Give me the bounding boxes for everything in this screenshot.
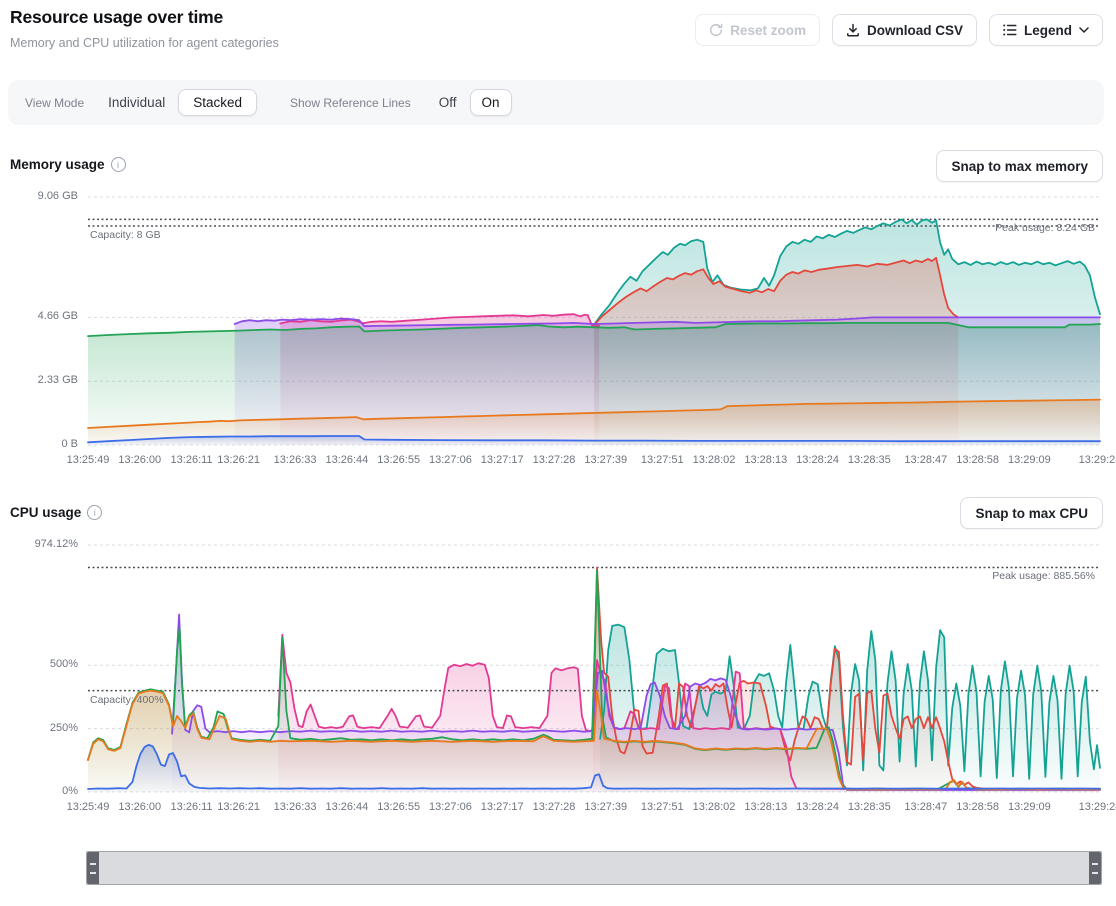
view-mode-stacked-button[interactable]: Stacked: [178, 89, 257, 116]
y-tick-label: 2.33 GB: [0, 374, 78, 386]
info-icon[interactable]: [111, 157, 126, 172]
x-tick-label: 13:27:06: [429, 454, 472, 466]
cpu-title-text: CPU usage: [10, 505, 81, 520]
x-tick-label: 13:28:47: [904, 801, 947, 813]
x-tick-label: 13:27:06: [429, 801, 472, 813]
x-tick-label: 13:27:51: [641, 454, 684, 466]
x-tick-label: 13:28:24: [796, 801, 839, 813]
x-tick-label: 13:28:35: [848, 454, 891, 466]
x-tick-label: 13:27:39: [584, 801, 627, 813]
grip-icon: [90, 863, 96, 874]
download-csv-label: Download CSV: [867, 23, 963, 38]
x-tick-label: 13:26:11: [171, 454, 213, 466]
reset-zoom-label: Reset zoom: [730, 23, 806, 38]
x-tick-label: 13:28:58: [956, 801, 999, 813]
memory-chart: 9.06 GB 4.66 GB 2.33 GB 0 B Capacity: 8 GB Pe…: [0, 190, 1116, 490]
x-tick-label: 13:26:11: [171, 801, 213, 813]
page-subtitle: Memory and CPU utilization for agent cat…: [10, 36, 279, 50]
memory-chart-plot[interactable]: [88, 197, 1100, 445]
x-tick-label: 13:28:13: [744, 454, 787, 466]
x-tick-label: 13:28:24: [796, 454, 839, 466]
memory-section-title: Memory usage: [10, 157, 126, 172]
x-tick-label: 13:25:49: [67, 801, 110, 813]
y-tick-label: 0 B: [0, 438, 78, 450]
y-tick-label: 250%: [0, 722, 78, 734]
x-tick-label: 13:28:13: [744, 801, 787, 813]
y-tick-label: 500%: [0, 658, 78, 670]
x-tick-label: 13:26:33: [274, 801, 317, 813]
x-tick-label: 13:28:02: [693, 454, 736, 466]
cpu-chart: 974.12% 500% 250% 0% Capacity: 400% Peak usag…: [0, 538, 1116, 838]
reference-lines-off-button[interactable]: Off: [435, 89, 461, 116]
y-tick-label: 0%: [0, 785, 78, 797]
brush-handle-left[interactable]: [87, 852, 99, 884]
y-tick-label: 9.06 GB: [0, 190, 78, 202]
x-tick-label: 13:28:58: [956, 454, 999, 466]
resource-usage-dashboard: Resource usage over time Memory and CPU …: [0, 0, 1116, 906]
x-tick-label: 13:29:24: [1079, 454, 1116, 466]
cpu-chart-plot[interactable]: [88, 545, 1100, 792]
x-tick-label: 13:27:28: [533, 454, 576, 466]
x-tick-label: 13:26:21: [217, 801, 260, 813]
page-title: Resource usage over time: [10, 7, 223, 28]
x-tick-label: 13:26:21: [217, 454, 260, 466]
x-tick-label: 13:27:17: [481, 801, 524, 813]
reference-lines-on-button[interactable]: On: [470, 89, 512, 116]
reference-line-label: Capacity: 8 GB: [90, 229, 161, 241]
x-tick-label: 13:26:00: [118, 801, 161, 813]
refresh-icon: [709, 23, 723, 37]
x-tick-label: 13:27:28: [533, 801, 576, 813]
view-options-toolbar: View Mode Individual Stacked Show Refere…: [8, 80, 1104, 125]
x-tick-label: 13:29:09: [1008, 454, 1051, 466]
x-tick-label: 13:26:55: [377, 801, 420, 813]
grip-icon: [1092, 863, 1098, 874]
x-tick-label: 13:26:33: [274, 454, 317, 466]
legend-button[interactable]: Legend: [989, 14, 1103, 46]
reset-zoom-button[interactable]: Reset zoom: [695, 14, 820, 46]
header-actions: Reset zoom Download CSV Legend: [695, 14, 1103, 46]
x-tick-label: 13:26:00: [118, 454, 161, 466]
info-icon[interactable]: [87, 505, 102, 520]
download-csv-button[interactable]: Download CSV: [832, 14, 977, 46]
show-reference-lines-label: Show Reference Lines: [290, 96, 411, 110]
legend-label: Legend: [1024, 23, 1072, 38]
reference-line-label: Capacity: 400%: [90, 694, 164, 706]
memory-title-text: Memory usage: [10, 157, 105, 172]
snap-to-max-cpu-button[interactable]: Snap to max CPU: [960, 497, 1103, 529]
time-range-brush[interactable]: [86, 851, 1102, 885]
x-tick-label: 13:28:02: [693, 801, 736, 813]
x-tick-label: 13:27:51: [641, 801, 684, 813]
reference-line-label: Peak usage: 8.24 GB: [995, 222, 1095, 234]
cpu-section-title: CPU usage: [10, 505, 102, 520]
x-tick-label: 13:28:47: [904, 454, 947, 466]
list-icon: [1003, 24, 1017, 36]
x-tick-label: 13:27:17: [481, 454, 524, 466]
download-icon: [846, 23, 860, 37]
x-tick-label: 13:29:24: [1079, 801, 1116, 813]
x-tick-label: 13:26:55: [377, 454, 420, 466]
x-tick-label: 13:29:09: [1008, 801, 1051, 813]
x-tick-label: 13:27:39: [584, 454, 627, 466]
y-tick-label: 974.12%: [0, 538, 78, 550]
x-tick-label: 13:25:49: [67, 454, 110, 466]
x-tick-label: 13:28:35: [848, 801, 891, 813]
snap-to-max-memory-button[interactable]: Snap to max memory: [936, 150, 1103, 182]
chevron-down-icon: [1079, 27, 1089, 33]
view-mode-label: View Mode: [25, 96, 84, 110]
view-mode-individual-button[interactable]: Individual: [104, 89, 169, 116]
x-tick-label: 13:26:44: [325, 801, 368, 813]
y-tick-label: 4.66 GB: [0, 310, 78, 322]
x-tick-label: 13:26:44: [325, 454, 368, 466]
brush-handle-right[interactable]: [1089, 852, 1101, 884]
reference-line-label: Peak usage: 885.56%: [992, 570, 1095, 582]
